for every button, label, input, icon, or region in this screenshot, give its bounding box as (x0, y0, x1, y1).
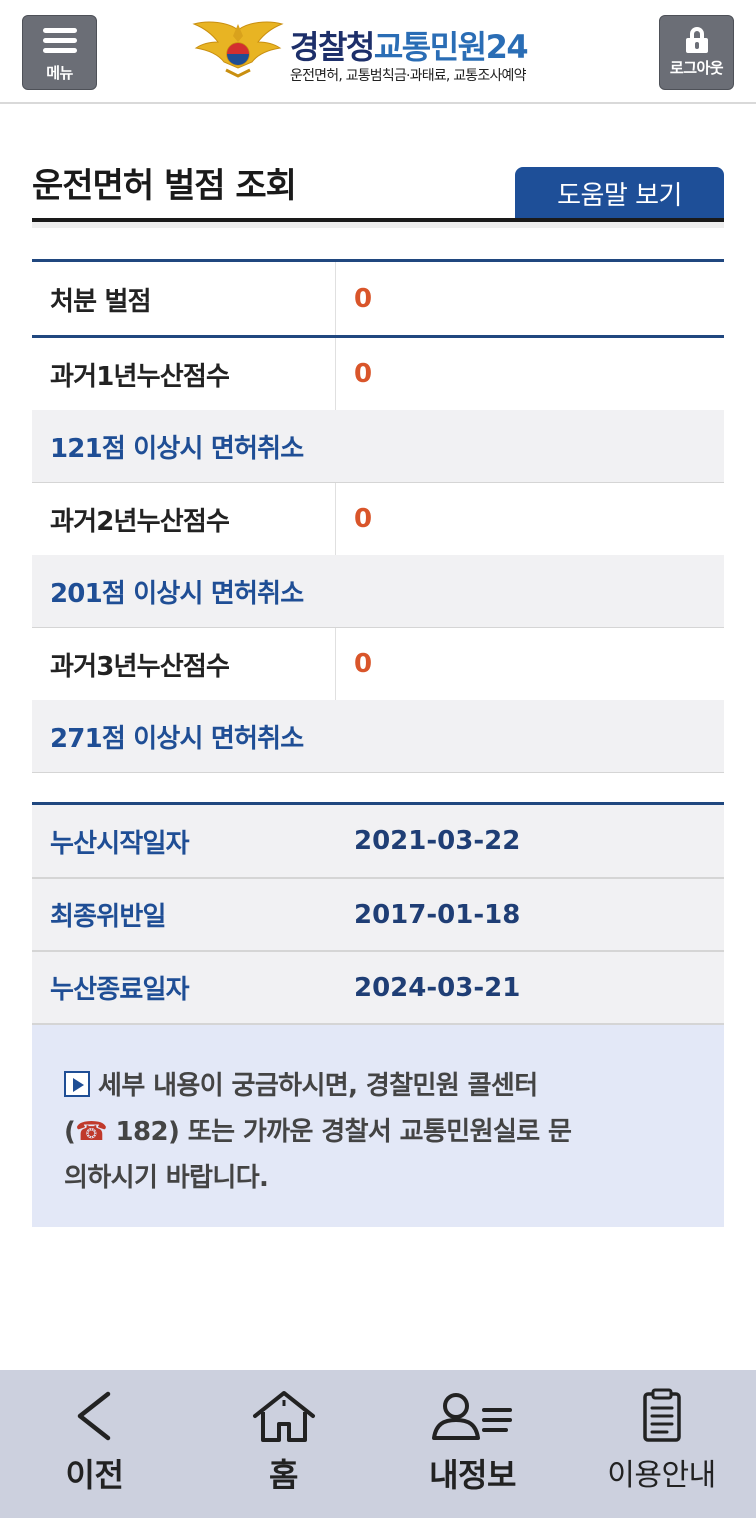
accumulated-1yr-value: 0 (354, 359, 373, 389)
revocation-note-2yr: 201점 이상시 면허취소 (32, 555, 724, 628)
table-row: 누산종료일자 2024-03-21 (32, 952, 724, 1025)
revocation-note-1yr: 121점 이상시 면허취소 (32, 410, 724, 483)
last-violation-value: 2017-01-18 (354, 899, 521, 930)
contact-info-box: 세부 내용이 궁금하시면, 경찰민원 콜센터 (☎ 182) 또는 가까운 경찰… (32, 1025, 724, 1227)
logo-subtitle: 운전면허, 교통범칙금·과태료, 교통조사예약 (290, 68, 527, 84)
police-logo[interactable]: 경찰청교통민원24 운전면허, 교통범칙금·과태료, 교통조사예약 (190, 16, 570, 86)
menu-button-label: 메뉴 (46, 63, 73, 82)
nav-my-info-button[interactable]: 내정보 (378, 1370, 567, 1518)
app-header: 메뉴 경찰청교통민원24 운전면허, 교통범칙금·과태료, 교통조사예약 로그아… (0, 0, 756, 104)
info-line-2: (☎ 182) 또는 가까운 경찰서 교통민원실로 문 (64, 1117, 572, 1147)
table-row: 과거3년누산점수 0 (32, 628, 724, 700)
revocation-note-3yr: 271점 이상시 면허취소 (32, 700, 724, 773)
accumulation-end-label: 누산종료일자 (50, 975, 190, 1005)
table-row: 과거2년누산점수 0 (32, 483, 724, 555)
hamburger-icon (42, 23, 77, 58)
table-row: 최종위반일 2017-01-18 (32, 879, 724, 952)
table-row: 누산시작일자 2021-03-22 (32, 805, 724, 879)
disposition-points-label: 처분 벌점 (32, 262, 336, 336)
info-line-1: 세부 내용이 궁금하시면, 경찰민원 콜센터 (64, 1063, 694, 1109)
bottom-navigation: 이전 홈 내정보 이용안내 (0, 1370, 756, 1518)
nav-back-label: 이전 (65, 1456, 124, 1494)
page-title: 운전면허 벌점 조회 (32, 166, 297, 206)
logo-title: 경찰청교통민원24 (290, 28, 529, 66)
accumulated-2yr-label: 과거2년누산점수 (32, 483, 336, 555)
phone-icon: ☎ (75, 1117, 108, 1147)
nav-my-info-label: 내정보 (429, 1456, 516, 1494)
accumulated-1yr-label: 과거1년누산점수 (32, 338, 336, 410)
play-icon (64, 1071, 90, 1097)
accumulated-3yr-label: 과거3년누산점수 (32, 628, 336, 700)
nav-home-button[interactable]: 홈 (189, 1370, 378, 1518)
title-divider-shadow (32, 222, 724, 228)
lock-icon (685, 27, 708, 53)
info-line-3: 의하시기 바랍니다. (64, 1163, 269, 1193)
accumulated-2yr-value: 0 (354, 504, 373, 534)
help-button[interactable]: 도움말 보기 (515, 167, 724, 219)
clipboard-icon (642, 1388, 681, 1442)
logout-button-label: 로그아웃 (669, 59, 724, 77)
disposition-points-value: 0 (354, 284, 373, 314)
accumulation-start-label: 누산시작일자 (50, 828, 190, 859)
nav-guide-button[interactable]: 이용안내 (567, 1370, 756, 1518)
accumulation-start-value: 2021-03-22 (354, 826, 521, 856)
home-icon (252, 1391, 315, 1442)
logout-button[interactable]: 로그아웃 (659, 15, 734, 90)
police-emblem-icon (192, 21, 284, 78)
disposition-points-row: 처분 벌점 0 (32, 262, 724, 336)
accumulated-3yr-value: 0 (354, 649, 373, 679)
user-profile-icon (431, 1393, 512, 1440)
chevron-left-icon (77, 1391, 110, 1441)
last-violation-label: 최종위반일 (50, 902, 166, 932)
nav-guide-label: 이용안내 (607, 1458, 716, 1493)
accumulation-end-value: 2024-03-21 (354, 972, 521, 1003)
menu-button[interactable]: 메뉴 (22, 15, 97, 90)
table-row: 과거1년누산점수 0 (32, 338, 724, 410)
nav-back-button[interactable]: 이전 (0, 1370, 189, 1518)
nav-home-label: 홈 (269, 1456, 298, 1494)
